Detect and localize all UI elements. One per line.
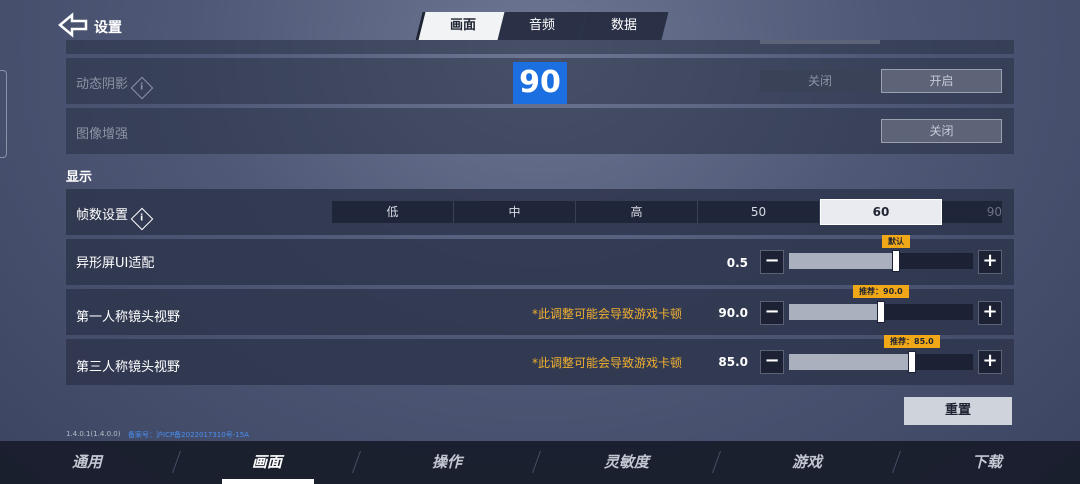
- back-arrow-icon[interactable]: [58, 12, 88, 38]
- notch-ui-slider[interactable]: 默认: [789, 235, 973, 272]
- partial-toggle: [760, 40, 880, 44]
- nav-active-indicator: [222, 479, 314, 484]
- nav-graphics[interactable]: 画面: [252, 451, 282, 472]
- tab-data[interactable]: 数据: [579, 12, 669, 40]
- settings-row-fpv-fov: 第一人称镜头视野 *此调整可能会导致游戏卡顿 90.0 − 推荐：90.0 +: [66, 285, 1014, 335]
- dynamic-shadow-on-button[interactable]: 开启: [881, 69, 1002, 93]
- settings-row-notch-ui: 异形屏UI适配 0.5 − 默认 +: [66, 235, 1014, 285]
- fps-option-low[interactable]: 低: [332, 201, 454, 223]
- nav-game[interactable]: 游戏: [792, 451, 822, 472]
- nav-separator: [531, 451, 542, 473]
- nav-separator: [711, 451, 722, 473]
- nav-general[interactable]: 通用: [72, 451, 102, 472]
- version-text: 1.4.0.1(1.4.0.0): [66, 430, 121, 438]
- tab-graphics[interactable]: 画面: [415, 12, 508, 40]
- nav-separator: [171, 451, 182, 473]
- slider-tip: 推荐：85.0: [884, 335, 940, 348]
- dynamic-shadow-label: 动态阴影: [76, 77, 129, 92]
- reset-button[interactable]: 重置: [904, 397, 1012, 425]
- notch-ui-minus-button[interactable]: −: [760, 250, 784, 274]
- slider-tip: 默认: [882, 235, 910, 248]
- image-enhance-off-button[interactable]: 关闭: [881, 119, 1002, 143]
- nav-separator: [891, 451, 902, 473]
- fps-option-mid[interactable]: 中: [454, 201, 576, 223]
- notch-ui-label: 异形屏UI适配: [76, 256, 155, 271]
- fpv-fov-plus-button[interactable]: +: [978, 301, 1002, 325]
- fps-label: 帧数设置: [76, 208, 129, 223]
- side-drawer-handle[interactable]: [0, 70, 7, 158]
- settings-row-fps: 帧数设置 i 低 中 高 50 60 90: [66, 189, 1014, 235]
- tab-audio[interactable]: 音频: [497, 12, 587, 40]
- settings-row-image-enhance: 图像增强 关闭: [66, 108, 1014, 154]
- tpv-fov-value: 85.0: [718, 355, 748, 369]
- slider-tip: 推荐：90.0: [853, 285, 909, 298]
- section-title-display: 显示: [66, 170, 93, 185]
- fps-selector: 低 中 高 50 60 90: [332, 199, 1002, 225]
- notch-ui-value: 0.5: [726, 256, 748, 270]
- dynamic-shadow-off-button[interactable]: 关闭: [760, 70, 880, 92]
- nav-controls[interactable]: 操作: [432, 451, 462, 472]
- page-title: 设置: [94, 20, 122, 36]
- tpv-fov-plus-button[interactable]: +: [978, 350, 1002, 374]
- top-tab-bar: 画面 音频 数据: [413, 12, 669, 40]
- bottom-nav: 通用 画面 操作 灵敏度 游戏 下载: [0, 441, 1080, 484]
- overlay-badge: 90: [513, 62, 567, 104]
- info-icon[interactable]: i: [130, 76, 154, 100]
- fps-option-high[interactable]: 高: [576, 201, 698, 223]
- icp-link[interactable]: 备案号：沪ICP备2022017310号-15A: [128, 430, 249, 440]
- info-icon[interactable]: i: [130, 207, 154, 231]
- slider-thumb[interactable]: [877, 301, 885, 323]
- fpv-fov-label: 第一人称镜头视野: [76, 310, 181, 325]
- settings-row-tpv-fov: 第三人称镜头视野 *此调整可能会导致游戏卡顿 85.0 − 推荐：85.0 +: [66, 335, 1014, 385]
- tpv-fov-slider[interactable]: 推荐：85.0: [789, 335, 973, 373]
- fpv-fov-warning: *此调整可能会导致游戏卡顿: [532, 307, 683, 321]
- tpv-fov-minus-button[interactable]: −: [760, 350, 784, 374]
- nav-separator: [351, 451, 362, 473]
- tpv-fov-label: 第三人称镜头视野: [76, 360, 181, 375]
- slider-fill: [789, 304, 881, 320]
- slider-thumb[interactable]: [892, 250, 900, 272]
- slider-thumb[interactable]: [908, 351, 916, 373]
- nav-download[interactable]: 下载: [972, 451, 1002, 472]
- notch-ui-plus-button[interactable]: +: [978, 250, 1002, 274]
- slider-fill: [789, 253, 896, 269]
- slider-fill: [789, 354, 912, 370]
- fpv-fov-value: 90.0: [718, 306, 748, 320]
- fps-option-90[interactable]: 90: [944, 201, 1002, 223]
- fpv-fov-slider[interactable]: 推荐：90.0: [789, 285, 973, 323]
- nav-sensitivity[interactable]: 灵敏度: [604, 451, 649, 472]
- fps-option-60[interactable]: 60: [820, 199, 942, 225]
- fpv-fov-minus-button[interactable]: −: [760, 301, 784, 325]
- fps-option-50[interactable]: 50: [698, 201, 820, 223]
- settings-row-partial: [66, 40, 1014, 54]
- image-enhance-label: 图像增强: [76, 127, 129, 142]
- tpv-fov-warning: *此调整可能会导致游戏卡顿: [532, 356, 683, 370]
